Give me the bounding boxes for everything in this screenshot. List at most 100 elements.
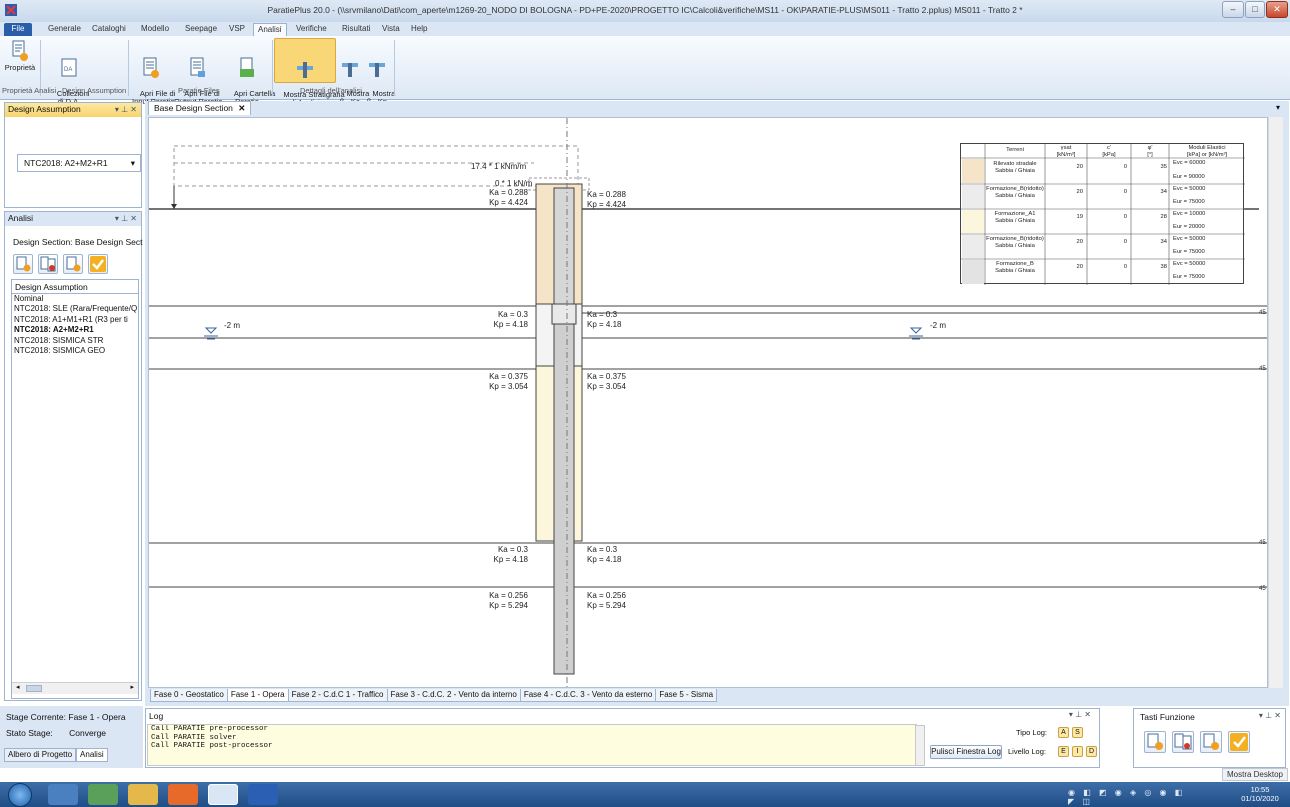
close-icon[interactable]: ✕ <box>238 103 245 113</box>
tasti-funzione-title: Tasti Funzione <box>1140 712 1195 722</box>
log-title: Log <box>149 711 164 721</box>
log-output: Call PARATIE pre-processor Call PARATIE … <box>147 724 917 766</box>
word-icon[interactable] <box>248 784 278 805</box>
tab-fase-5[interactable]: Fase 5 - Sisma <box>655 689 718 702</box>
run-selected-icon <box>66 256 81 272</box>
right-ka-kp-1: Ka = 0.288 Kp = 4.424 <box>587 190 626 209</box>
vertical-scrollbar[interactable] <box>1268 117 1283 688</box>
design-assumption-panel: Design Assumption ▾ ⊥ ✕ NTC2018: A2+M2+R… <box>4 102 142 208</box>
group-label-proprieta-analisi: Proprietà Analisi <box>2 86 57 95</box>
menu-generale[interactable]: Generale <box>44 23 85 36</box>
properties-button[interactable]: Proprietà <box>4 38 36 73</box>
list-item[interactable]: NTC2018: SISMICA STR <box>12 336 138 346</box>
run-all-button[interactable] <box>38 254 58 274</box>
scroll-thumb[interactable] <box>26 685 42 692</box>
menu-seepage[interactable]: Seepage <box>181 23 221 36</box>
chevron-right-icon[interactable]: ▸ <box>130 683 134 691</box>
log-level-d-toggle[interactable]: D <box>1086 746 1097 757</box>
tab-base-design-section[interactable]: Base Design Section ✕ <box>148 101 252 115</box>
list-item[interactable]: NTC2018: A1+M1+R1 (R3 per ti <box>12 315 138 325</box>
close-button[interactable]: ✕ <box>1266 1 1288 18</box>
group-label-dettagli-analisi: Dettagli dell'analisi <box>300 86 362 95</box>
log-level-i-toggle[interactable]: I <box>1072 746 1083 757</box>
edge-mark: 45 <box>1259 540 1266 546</box>
log-line: Call PARATIE solver <box>151 733 237 742</box>
menu-modello[interactable]: Modello <box>137 23 173 36</box>
clear-log-button[interactable]: Pulisci Finestra Log <box>930 745 1002 759</box>
panel-pin-close-icon[interactable]: ▾ ⊥ ✕ <box>1259 711 1281 720</box>
show-desktop-button[interactable]: Mostra Desktop <box>1222 768 1288 781</box>
menu-verifiche[interactable]: Verifiche <box>292 23 331 36</box>
log-type-a-toggle[interactable]: A <box>1058 727 1069 738</box>
edge-mark: 45 <box>1259 586 1266 592</box>
check-button[interactable] <box>1228 731 1250 753</box>
show-stratigraphy-button[interactable]: Mostra Stratigrafia di Analisi <box>274 38 345 107</box>
log-line: Call PARATIE pre-processor <box>151 725 269 733</box>
log-panel: Log ▾ ⊥ ✕ Call PARATIE pre-processor Cal… <box>145 708 1100 768</box>
panel-pin-close-icon[interactable]: ▾ ⊥ ✕ <box>115 103 137 116</box>
run-all-icon <box>1174 733 1192 750</box>
log-level-e-toggle[interactable]: E <box>1058 746 1069 757</box>
tab-fase-4[interactable]: Fase 4 - C.d.C. 3 - Vento da esterno <box>519 689 657 702</box>
run-selected-button[interactable] <box>63 254 83 274</box>
list-item[interactable]: Nominal <box>12 294 138 304</box>
log-type-s-toggle[interactable]: S <box>1072 727 1083 738</box>
chevron-left-icon[interactable]: ◂ <box>16 683 20 691</box>
panel-pin-close-icon[interactable]: ▾ ⊥ ✕ <box>115 212 137 225</box>
tab-list-chevron-icon[interactable]: ▾ <box>1276 103 1280 112</box>
log-scrollbar[interactable] <box>915 725 925 766</box>
minimize-button[interactable]: – <box>1222 1 1244 18</box>
menu-analisi[interactable]: Analisi <box>253 23 287 36</box>
list-item[interactable]: NTC2018: SISMICA GEO <box>12 346 138 356</box>
start-button[interactable] <box>8 783 32 807</box>
right-ka-kp-5: Ka = 0.256 Kp = 5.294 <box>587 591 626 610</box>
tab-analisi[interactable]: Analisi <box>76 748 108 762</box>
menu-cataloghi[interactable]: Cataloghi <box>88 23 130 36</box>
list-item-selected[interactable]: NTC2018: A2+M2+R1 <box>12 325 138 335</box>
panel-pin-close-icon[interactable]: ▾ ⊥ ✕ <box>1069 710 1091 719</box>
paratie-plus-icon[interactable] <box>208 784 238 805</box>
taskbar-app-icon[interactable] <box>88 784 118 805</box>
clock[interactable]: 10:55 01/10/2020 <box>1232 785 1288 803</box>
folder-icon[interactable] <box>128 784 158 805</box>
check-button[interactable] <box>88 254 108 274</box>
taskbar-app-icon[interactable] <box>48 784 78 805</box>
ribbon-separator <box>128 40 129 96</box>
wall-kerb <box>551 303 577 325</box>
log-line: Call PARATIE post-processor <box>151 742 273 751</box>
run-analysis-button[interactable] <box>1144 731 1166 753</box>
design-assumption-select[interactable]: NTC2018: A2+M2+R1 ▾ <box>17 154 141 172</box>
maximize-button[interactable]: □ <box>1245 1 1265 18</box>
run-analysis-button[interactable] <box>13 254 33 274</box>
right-ka-kp-4: Ka = 0.3 Kp = 4.18 <box>587 545 622 564</box>
load-arrowhead <box>171 204 177 209</box>
right-ka-kp-2: Ka = 0.3 Kp = 4.18 <box>587 310 622 329</box>
edge-mark: 45 <box>1259 310 1266 316</box>
menu-vsp[interactable]: VSP <box>225 23 249 36</box>
window-title: ParatiePlus 20.0 - (\\srvmilano\Dati\com… <box>267 5 1023 15</box>
tab-fase-1[interactable]: Fase 1 - Opera <box>226 689 289 702</box>
tab-fase-0[interactable]: Fase 0 - Geostatico <box>150 689 228 702</box>
ribbon: Proprietà DA Collezioni di D.A. Apri Fil… <box>0 36 1290 107</box>
tray-icons[interactable]: ◉ ◧ ◩ ◉ ◈ ◎ ◉ ◧ ◤ ◫ <box>1068 788 1188 806</box>
open-folder-icon <box>238 57 256 79</box>
menu-risultati[interactable]: Risultati <box>338 23 374 36</box>
horizontal-scrollbar[interactable]: ◂ ▸ <box>12 682 138 694</box>
beta-kp-icon <box>368 57 386 79</box>
group-label-paratie-files: Paratie Files <box>178 86 220 95</box>
left-ka-kp-3: Ka = 0.375 Kp = 3.054 <box>489 372 528 391</box>
title-bar: ParatiePlus 20.0 - (\\srvmilano\Dati\com… <box>0 0 1290 22</box>
menu-vista[interactable]: Vista <box>378 23 404 36</box>
tab-fase-3[interactable]: Fase 3 - C.d.C. 2 - Vento da interno <box>386 689 521 702</box>
menu-help[interactable]: Help <box>407 23 431 36</box>
run-all-button[interactable] <box>1172 731 1194 753</box>
properties-icon <box>11 40 29 62</box>
list-item[interactable]: NTC2018: SLE (Rara/Frequente/Q <box>12 304 138 314</box>
run-selected-icon <box>1203 733 1219 750</box>
firefox-icon[interactable] <box>168 784 198 805</box>
run-selected-button[interactable] <box>1200 731 1222 753</box>
chevron-down-icon: ▾ <box>130 158 135 168</box>
tab-fase-2[interactable]: Fase 2 - C.d.C 1 - Traffico <box>287 689 388 702</box>
menu-file[interactable]: File <box>4 23 32 36</box>
tab-albero-progetto[interactable]: Albero di Progetto <box>4 748 77 762</box>
